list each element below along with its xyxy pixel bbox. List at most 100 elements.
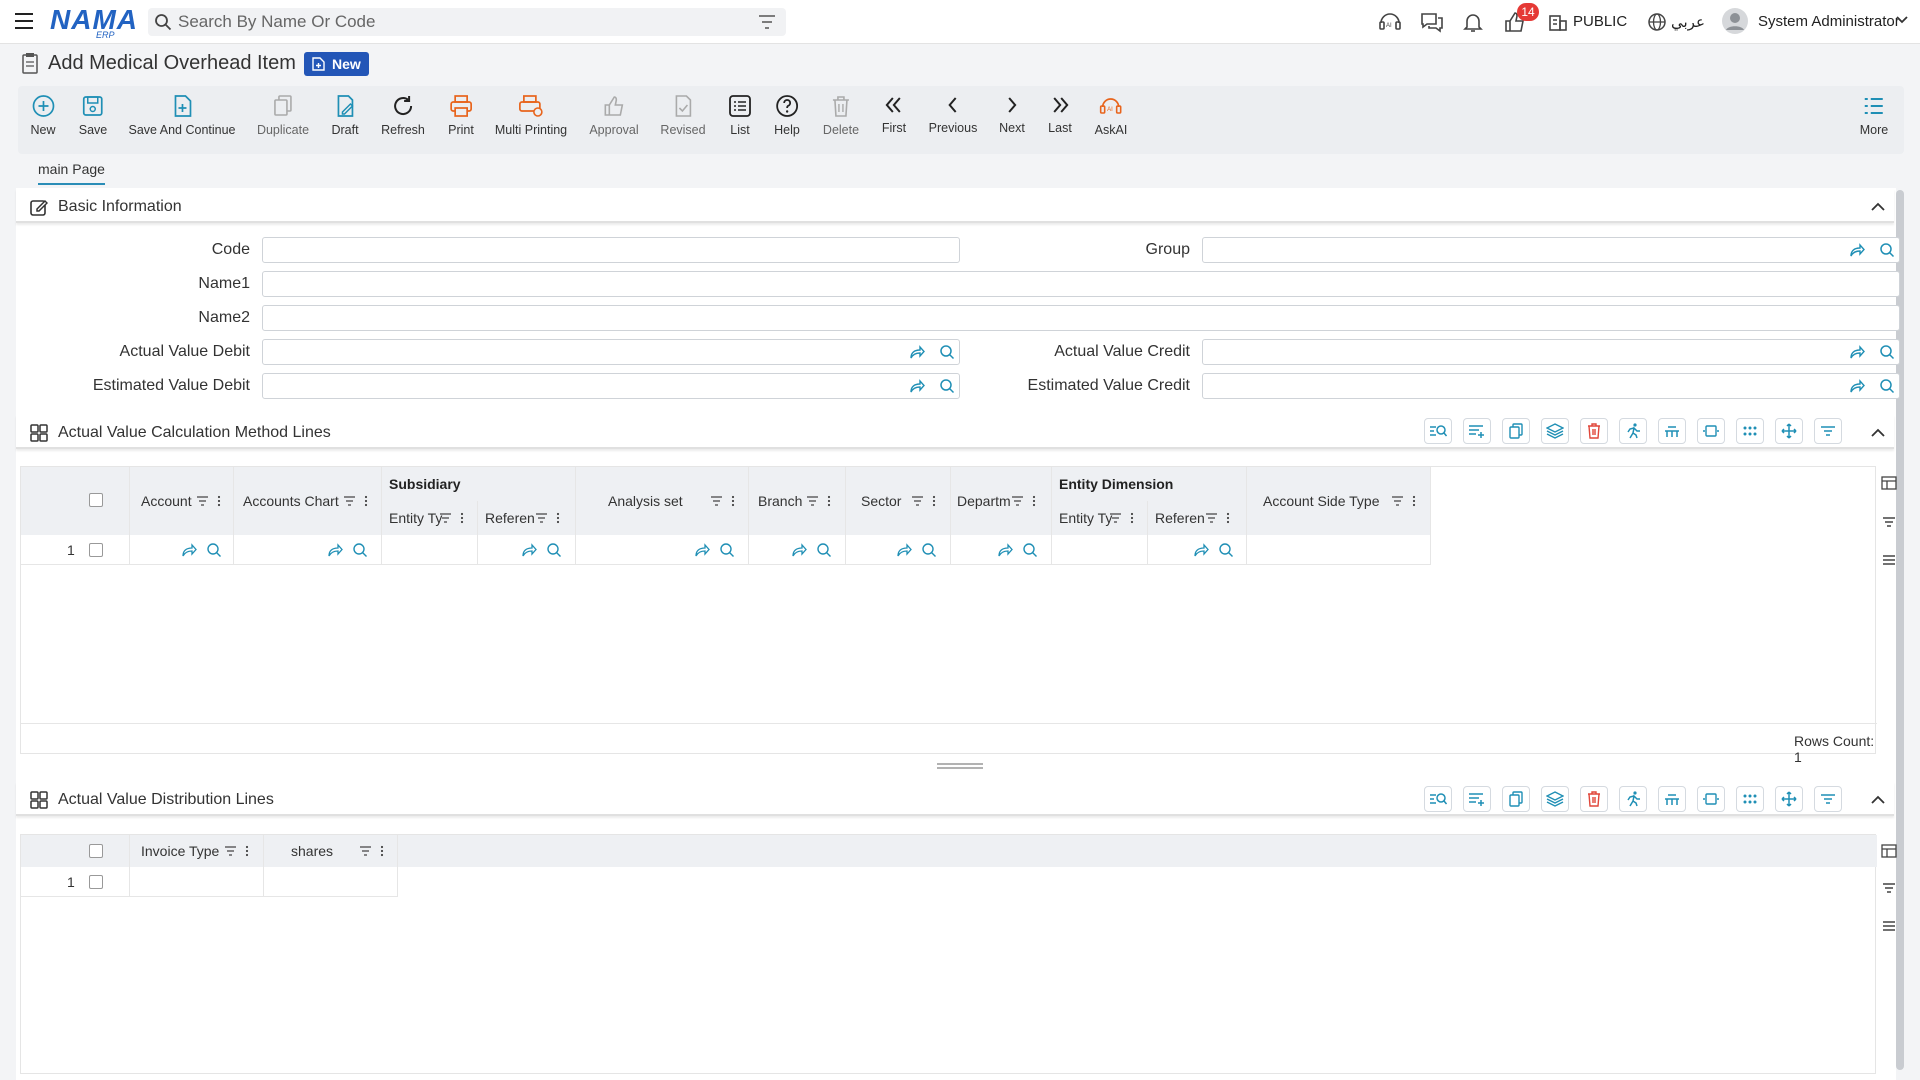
side-filter-icon[interactable] [1881, 881, 1897, 895]
link-lookup-icons[interactable] [694, 541, 736, 559]
col-subsidiary-reference[interactable]: Referen [485, 510, 535, 526]
column-filter-menu-icon[interactable] [1205, 512, 1233, 524]
share-arrow-icon[interactable] [909, 345, 925, 359]
grid-fit-button[interactable] [1697, 786, 1725, 812]
chat-icon[interactable] [1420, 11, 1444, 33]
ai-support-icon[interactable]: AI [1378, 11, 1402, 33]
list-button[interactable]: List [728, 94, 752, 137]
refresh-button[interactable]: Refresh [381, 94, 425, 137]
chevron-up-icon[interactable] [1871, 202, 1885, 211]
grid-fit-button[interactable] [1697, 418, 1725, 444]
row-checkbox[interactable] [89, 543, 103, 557]
askai-button[interactable]: AI AskAI [1095, 94, 1127, 137]
user-name[interactable]: System Administrator [1758, 13, 1900, 30]
branch-label[interactable]: PUBLIC [1573, 13, 1627, 30]
tab-main-page[interactable]: main Page [38, 161, 105, 185]
actual-value-credit-field[interactable] [1202, 339, 1900, 365]
search-plus-icon[interactable] [939, 378, 955, 394]
link-lookup-icons[interactable] [521, 541, 563, 559]
next-button[interactable]: Next [999, 94, 1025, 135]
multi-printing-button[interactable]: Multi Printing [495, 94, 567, 137]
menu-lines-icon[interactable] [1881, 919, 1897, 933]
share-arrow-icon[interactable] [1849, 379, 1865, 393]
approval-button[interactable]: Approval [589, 94, 639, 137]
grid-delete-button[interactable] [1580, 786, 1608, 812]
search-plus-icon[interactable] [1879, 242, 1895, 258]
draft-button[interactable]: Draft [331, 94, 359, 137]
save-button[interactable]: Save [79, 94, 107, 137]
grid-delete-button[interactable] [1580, 418, 1608, 444]
grid-layers-button[interactable] [1541, 786, 1569, 812]
col-subsidiary-entity-type[interactable]: Entity Ty [389, 510, 442, 526]
column-filter-menu-icon[interactable] [1109, 512, 1137, 524]
column-filter-menu-icon[interactable] [1391, 495, 1419, 507]
new-button[interactable]: New [30, 94, 56, 137]
globe-icon[interactable] [1647, 12, 1667, 32]
search-input[interactable] [178, 12, 738, 32]
nama-logo[interactable]: NAMA ERP [50, 4, 138, 40]
first-button[interactable]: First [882, 94, 906, 135]
column-filter-menu-icon[interactable] [196, 495, 224, 507]
row-checkbox[interactable] [89, 875, 103, 889]
column-filter-menu-icon[interactable] [343, 495, 371, 507]
grid-filter-button[interactable] [1814, 786, 1842, 812]
grid-copy-button[interactable] [1502, 786, 1530, 812]
print-button[interactable]: Print [448, 94, 474, 137]
more-button[interactable]: More [1860, 94, 1888, 137]
table-row[interactable]: 1 [21, 867, 397, 897]
share-arrow-icon[interactable] [1849, 243, 1865, 257]
save-and-continue-button[interactable]: Save And Continue [128, 94, 236, 137]
link-lookup-icons[interactable] [896, 541, 938, 559]
last-button[interactable]: Last [1048, 94, 1072, 135]
grid-table-button[interactable] [1658, 786, 1686, 812]
grid-apps-button[interactable] [1736, 418, 1764, 444]
delete-button[interactable]: Delete [823, 94, 859, 137]
grid-table-button[interactable] [1658, 418, 1686, 444]
col-shares[interactable]: shares [291, 843, 333, 859]
chevron-down-icon[interactable] [1896, 16, 1908, 24]
link-lookup-icons[interactable] [1193, 541, 1235, 559]
share-arrow-icon[interactable] [909, 379, 925, 393]
avatar[interactable] [1722, 8, 1748, 34]
column-filter-menu-icon[interactable] [535, 512, 563, 524]
column-filter-menu-icon[interactable] [806, 495, 834, 507]
estimated-value-debit-field[interactable] [262, 373, 960, 399]
grid-copy-button[interactable] [1502, 418, 1530, 444]
search-plus-icon[interactable] [1879, 378, 1895, 394]
search-icon[interactable] [154, 13, 172, 31]
duplicate-button[interactable]: Duplicate [257, 94, 309, 137]
select-all-checkbox[interactable] [89, 844, 103, 858]
col-branch[interactable]: Branch [758, 493, 802, 509]
grid-move-button[interactable] [1775, 418, 1803, 444]
link-lookup-icons[interactable] [327, 541, 369, 559]
help-button[interactable]: Help [774, 94, 800, 137]
column-filter-menu-icon[interactable] [911, 495, 939, 507]
col-department[interactable]: Departm [957, 493, 1011, 509]
language-switch[interactable]: عربي [1671, 13, 1705, 31]
column-filter-menu-icon[interactable] [359, 845, 387, 857]
grid-layers-button[interactable] [1541, 418, 1569, 444]
column-filter-menu-icon[interactable] [439, 512, 467, 524]
filter-icon[interactable] [758, 15, 776, 29]
column-filter-menu-icon[interactable] [224, 845, 252, 857]
building-icon[interactable] [1548, 12, 1568, 32]
chevron-up-icon[interactable] [1871, 795, 1885, 804]
share-arrow-icon[interactable] [1849, 345, 1865, 359]
columns-icon[interactable] [1881, 475, 1897, 491]
col-invoice-type[interactable]: Invoice Type [141, 843, 219, 859]
grid-filter-button[interactable] [1814, 418, 1842, 444]
basic-information-header[interactable]: Basic Information [16, 189, 1894, 223]
column-filter-menu-icon[interactable] [1011, 495, 1039, 507]
side-filter-icon[interactable] [1881, 515, 1897, 529]
link-lookup-icons[interactable] [997, 541, 1039, 559]
link-lookup-icons[interactable] [181, 541, 223, 559]
search-plus-icon[interactable] [939, 344, 955, 360]
column-filter-menu-icon[interactable] [710, 495, 738, 507]
select-all-checkbox[interactable] [89, 493, 103, 507]
columns-icon[interactable] [1881, 843, 1897, 859]
grid-search-button[interactable] [1424, 418, 1452, 444]
grid-apps-button[interactable] [1736, 786, 1764, 812]
name1-field[interactable] [262, 271, 1900, 297]
col-analysis-set[interactable]: Analysis set [608, 493, 683, 509]
link-lookup-icons[interactable] [791, 541, 833, 559]
